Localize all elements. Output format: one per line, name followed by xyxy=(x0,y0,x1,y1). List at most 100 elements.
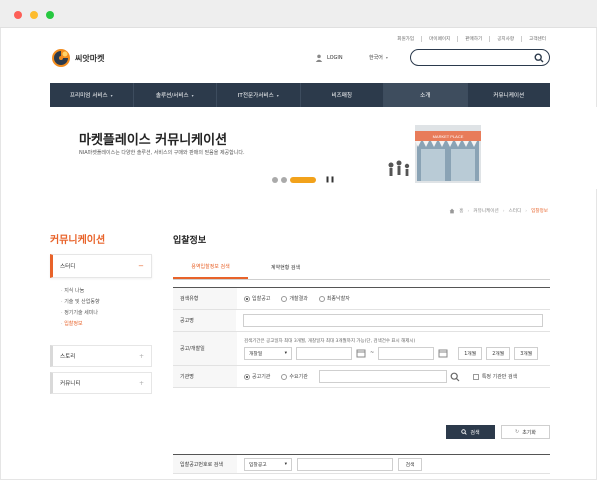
market-store-illustration: MARKET PLACE xyxy=(388,125,481,183)
radio-opening-result[interactable]: 개찰결과 xyxy=(281,295,308,302)
sell-link[interactable]: 판매하기 xyxy=(457,36,482,42)
gnb-label: 솔루션/서비스 xyxy=(155,93,189,99)
gnb-biz-matching[interactable]: 비즈매칭 xyxy=(301,83,384,107)
gnb-it-expert[interactable]: IT전문가서비스 ▾ xyxy=(217,83,301,107)
end-date-input[interactable] xyxy=(378,346,435,360)
pager-dot[interactable] xyxy=(281,176,287,183)
sidebar-item-community[interactable]: 커뮤니티 + xyxy=(50,372,152,394)
maximize-window-button[interactable] xyxy=(46,11,54,19)
page: 회원가입 마이페이지 판매하기 공지사항 고객센터 씨앗마켓 LOGIN 한국어… xyxy=(0,28,597,480)
sidebar-item-story[interactable]: 스토리 + xyxy=(50,345,152,367)
bid-number-type-select[interactable]: 입찰공고 ▾ xyxy=(244,457,292,471)
expand-icon[interactable]: + xyxy=(139,353,144,360)
home-icon[interactable] xyxy=(449,208,455,214)
radio-notice-agency[interactable]: 공고기관 xyxy=(244,373,270,380)
banner-description: NIA마켓플레이스는 다양한 솔루션, 서비스의 구매와 판매의 믿음을 제공합… xyxy=(79,150,245,156)
search-icon xyxy=(461,429,468,435)
gnb-label: 커뮤니케이션 xyxy=(493,93,525,99)
calendar-icon[interactable] xyxy=(356,348,366,358)
breadcrumb-home[interactable]: 홈 xyxy=(459,208,463,214)
pager-dot[interactable] xyxy=(272,176,278,183)
reset-button-label: 초기화 xyxy=(522,429,536,436)
start-date-input[interactable] xyxy=(296,346,352,360)
page-title: 입찰정보 xyxy=(173,236,207,246)
tab-contract-search[interactable]: 계약현황 검색 xyxy=(248,256,323,279)
banner-title: 마켓플레이스 커뮤니케이션 xyxy=(79,133,228,148)
submenu-item-current[interactable]: 입찰정보 xyxy=(61,319,100,330)
breadcrumb-communication[interactable]: 커뮤니케이션 xyxy=(473,208,498,214)
minimize-window-button[interactable] xyxy=(30,11,38,19)
login-label: LOGIN xyxy=(327,55,343,61)
gnb-label: 프리미엄 서비스 xyxy=(69,93,108,99)
pager-active[interactable] xyxy=(290,176,316,183)
select-value: 개찰일 xyxy=(249,351,263,357)
search-icon[interactable] xyxy=(450,372,460,382)
submenu-item[interactable]: 정기기술 세미나 xyxy=(61,308,100,319)
form-row-notice: 공고명 xyxy=(173,310,550,332)
gnb-label: 비즈매칭 xyxy=(331,93,353,99)
radio-final-winner[interactable]: 최종낙찰자 xyxy=(318,295,350,302)
search-button[interactable]: 검색 xyxy=(446,425,495,439)
radio-icon xyxy=(281,295,288,302)
login-link[interactable]: LOGIN xyxy=(315,54,343,62)
bid-number-search-button[interactable]: 검색 xyxy=(398,457,422,471)
mypage-link[interactable]: 마이페이지 xyxy=(421,36,450,42)
period-3m-button[interactable]: 3개월 xyxy=(514,346,539,360)
submenu-item[interactable]: 지식 나눔 xyxy=(61,286,100,297)
radio-bid-notice[interactable]: 입찰공고 xyxy=(244,295,270,302)
search-button-label: 검색 xyxy=(470,429,480,436)
notice-link[interactable]: 공지사항 xyxy=(489,36,514,42)
breadcrumb-current: 입찰정보 xyxy=(531,209,548,214)
gnb-solution-service[interactable]: 솔루션/서비스 ▾ xyxy=(134,83,217,107)
radio-label: 수요기관 xyxy=(289,374,308,380)
browser-titlebar xyxy=(0,0,597,28)
site-logo[interactable]: 씨앗마켓 xyxy=(51,48,104,68)
select-value: 입찰공고 xyxy=(249,462,267,468)
main-navigation: 프리미엄 서비스 ▾ 솔루션/서비스 ▾ IT전문가서비스 ▾ 비즈매칭 소개 커뮤니… xyxy=(50,83,550,107)
checkbox-icon xyxy=(472,373,479,380)
pause-icon[interactable]: ❚❚ xyxy=(325,176,335,183)
radio-icon xyxy=(244,295,250,302)
period-2m-button[interactable]: 2개월 xyxy=(486,346,511,360)
form-row-type: 검색유형 입찰공고 개찰결과 최종낙찰자 xyxy=(173,288,550,310)
search-form: 검색유형 입찰공고 개찰결과 최종낙찰자 공고명 공고/개찰일 검색기간은 공고… xyxy=(173,287,550,388)
user-icon xyxy=(315,54,323,62)
bid-number-input[interactable] xyxy=(297,457,393,471)
gnb-about[interactable]: 소개 xyxy=(384,83,468,107)
submenu-item[interactable]: 기술 및 산업동향 xyxy=(61,297,99,308)
logo-icon xyxy=(52,49,70,67)
language-label: 한국어 xyxy=(369,55,383,61)
sidebar-item-study[interactable]: 스터디 − xyxy=(50,254,152,278)
bid-number-search: 입찰공고번호로 검색 입찰공고 ▾ 검색 xyxy=(173,454,550,474)
breadcrumb-study[interactable]: 스터디 xyxy=(509,208,522,214)
sidebar-item-label: 스토리 xyxy=(60,354,76,360)
expand-icon[interactable]: + xyxy=(139,380,144,387)
sidebar-item-label: 스터디 xyxy=(60,264,76,270)
support-link[interactable]: 고객센터 xyxy=(521,36,546,42)
date-type-select[interactable]: 개찰일 ▾ xyxy=(244,346,292,360)
agency-name-input[interactable] xyxy=(318,370,447,383)
specific-agency-checkbox[interactable]: 특정 기관만 검색 xyxy=(472,373,517,380)
refresh-icon: ↻ xyxy=(514,429,520,435)
language-selector[interactable]: 한국어 ▾ xyxy=(369,54,388,61)
tab-service-bid-search[interactable]: 용역입찰정보 검색 xyxy=(173,256,248,279)
sidebar-item-label: 커뮤니티 xyxy=(60,381,81,387)
radio-demand-agency[interactable]: 수요기관 xyxy=(281,373,308,380)
banner-pager: ❚❚ xyxy=(272,176,335,183)
gnb-premium-service[interactable]: 프리미엄 서비스 ▾ xyxy=(50,83,134,107)
search-icon[interactable] xyxy=(534,53,544,63)
calendar-icon[interactable] xyxy=(438,348,448,358)
close-window-button[interactable] xyxy=(14,11,22,19)
search-input[interactable] xyxy=(410,49,550,66)
radio-label: 공고기관 xyxy=(252,374,271,380)
reset-button[interactable]: ↻ 초기화 xyxy=(501,425,550,439)
chevron-down-icon: ▾ xyxy=(110,92,113,98)
signup-link[interactable]: 회원가입 xyxy=(397,36,414,42)
logo-text: 씨앗마켓 xyxy=(75,53,105,63)
notice-name-input[interactable] xyxy=(243,314,543,327)
field-label: 검색유형 xyxy=(173,288,237,309)
period-1m-button[interactable]: 1개월 xyxy=(458,346,483,360)
collapse-icon[interactable]: − xyxy=(138,262,144,270)
gnb-communication[interactable]: 커뮤니케이션 xyxy=(468,83,551,107)
hero-banner: 마켓플레이스 커뮤니케이션 NIA마켓플레이스는 다양한 솔루션, 서비스의 구… xyxy=(1,107,597,189)
